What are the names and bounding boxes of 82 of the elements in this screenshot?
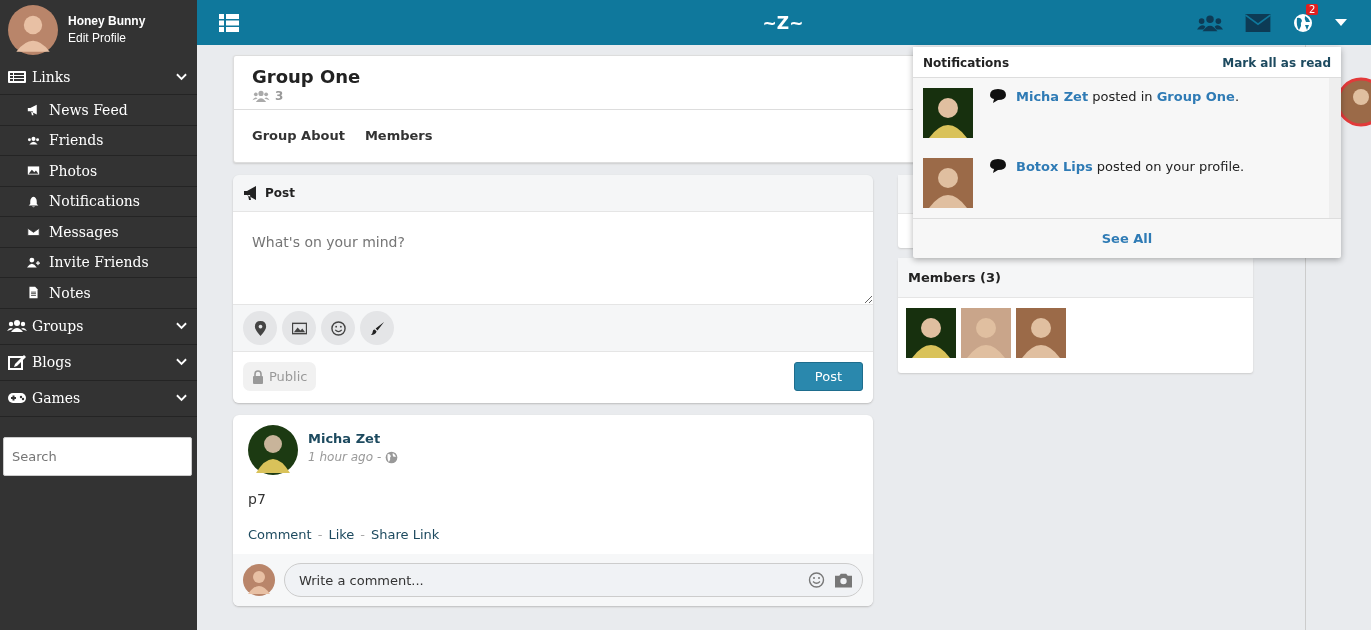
menu-item[interactable]: Messages	[0, 217, 197, 248]
mark-all-read-link[interactable]: Mark all as read	[1222, 56, 1331, 70]
chevron-down-icon	[176, 394, 187, 402]
list-icon	[7, 68, 27, 85]
speech-bubble-icon	[989, 88, 1007, 104]
menu-item[interactable]: News Feed	[0, 95, 197, 126]
avatar[interactable]	[248, 425, 298, 475]
mail-icon	[27, 225, 40, 239]
location-button[interactable]	[243, 311, 277, 345]
menu-item[interactable]: Friends	[0, 125, 197, 156]
separator: -	[360, 527, 366, 542]
bell-icon	[27, 194, 40, 208]
menu-item[interactable]: Links	[0, 59, 197, 95]
brush-icon	[369, 320, 385, 336]
photo-button[interactable]	[282, 311, 316, 345]
chevron-down-icon	[176, 322, 187, 330]
chevron-down-icon	[176, 358, 187, 366]
file-icon	[27, 286, 40, 300]
action-link[interactable]: Like	[328, 527, 355, 542]
user-plus-icon	[27, 255, 40, 269]
image-icon	[291, 320, 307, 336]
menu-item[interactable]: Photos	[0, 156, 197, 187]
notification-text: Micha Zet posted in Group One.	[1016, 89, 1240, 104]
action-link[interactable]: Comment	[248, 527, 312, 542]
notification-item[interactable]: Micha Zet posted in Group One.	[913, 78, 1329, 148]
composer-heading[interactable]: Post	[265, 186, 295, 200]
profile-name[interactable]: Honey Bunny	[68, 14, 146, 28]
separator: -	[377, 450, 382, 464]
notification-item[interactable]: Botox Lips posted on your profile.	[913, 148, 1329, 218]
avatar	[243, 564, 275, 596]
menu-item[interactable]: Notifications	[0, 186, 197, 217]
group-title: Group One	[252, 66, 362, 87]
lock-icon	[252, 369, 264, 384]
menu-item[interactable]: Blogs	[0, 344, 197, 381]
search-field[interactable]: Search	[3, 436, 192, 476]
users-icon	[7, 318, 27, 334]
menu-item[interactable]: Invite Friends	[0, 247, 197, 278]
chevron-down-icon	[176, 72, 187, 81]
site-title[interactable]: ~Z~	[239, 12, 1197, 33]
tab[interactable]: Group About	[252, 128, 345, 143]
speech-bubble-icon	[989, 158, 1007, 174]
megaphone-icon	[243, 185, 259, 201]
post-input[interactable]: What's on your mind?	[233, 212, 873, 304]
member-count: 3	[275, 89, 284, 103]
post-text: p7	[248, 491, 267, 507]
avatar	[923, 158, 973, 208]
profile-link[interactable]: Botox Lips	[1016, 159, 1093, 174]
notification-text: Botox Lips posted on your profile.	[1016, 159, 1245, 174]
edit-icon	[7, 354, 27, 370]
globe-icon[interactable]	[1293, 12, 1313, 33]
menu-item[interactable]: Groups	[0, 308, 197, 345]
menu-item[interactable]: Games	[0, 380, 197, 417]
smiley-icon	[330, 320, 346, 336]
brush-button[interactable]	[360, 311, 394, 345]
dropdown-title: Notifications	[923, 56, 1010, 70]
avatar[interactable]	[8, 4, 58, 55]
see-all-link[interactable]: See All	[1101, 231, 1153, 246]
edit-profile-link[interactable]: Edit Profile	[68, 31, 146, 45]
avatar	[923, 88, 973, 138]
post-button[interactable]: Post	[793, 362, 863, 391]
users-icon	[252, 90, 270, 102]
member-avatar[interactable]	[906, 308, 956, 358]
tab[interactable]: Members	[364, 128, 433, 143]
notification-badge: 2	[1306, 3, 1319, 15]
action-link[interactable]: Share Link	[371, 527, 440, 542]
author-name[interactable]: Micha Zet	[308, 431, 399, 446]
map-pin-icon	[252, 320, 268, 336]
comment-field[interactable]: Write a comment...	[284, 563, 863, 597]
group-link[interactable]: Group One	[1156, 89, 1235, 104]
caret-icon[interactable]	[1335, 19, 1347, 26]
profile-link[interactable]: Micha Zet	[1016, 89, 1089, 104]
menu-item[interactable]: Notes	[0, 278, 197, 309]
camera-icon[interactable]	[835, 572, 852, 588]
menu-icon[interactable]	[219, 13, 239, 32]
megaphone-icon	[27, 103, 40, 117]
image-icon	[27, 164, 40, 178]
emoji-button[interactable]	[321, 311, 355, 345]
separator: -	[317, 527, 323, 542]
globe-icon	[385, 450, 399, 464]
emoji-icon[interactable]	[808, 572, 825, 588]
card-title: Members (3)	[908, 270, 1002, 285]
gamepad-icon	[7, 390, 27, 406]
